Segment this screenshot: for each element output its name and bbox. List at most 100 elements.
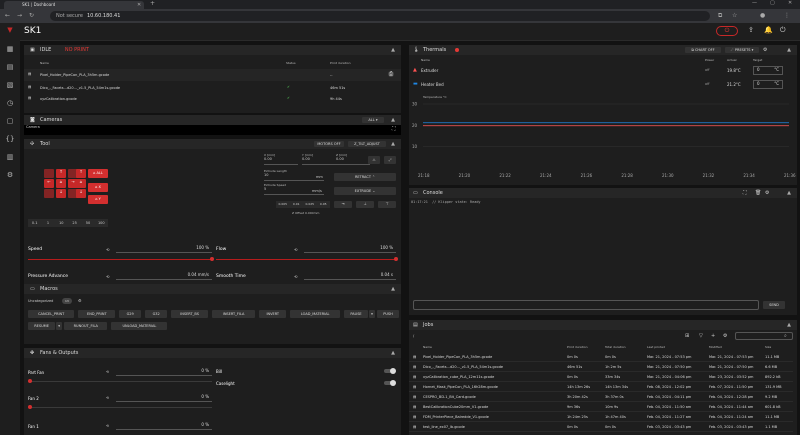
home-xy-button[interactable]: ⌂ <box>56 179 66 188</box>
home-x-button[interactable]: ⌂ X <box>88 183 108 192</box>
cameras-all-button[interactable]: ALL ▾ <box>362 117 384 123</box>
console-input[interactable] <box>413 300 759 310</box>
macro-button[interactable]: G29 <box>119 310 142 318</box>
bill-toggle[interactable] <box>384 368 396 374</box>
job-row[interactable]: ▤ Dico_-_Facets...d20..._v1.5_PLA_54m1s.g… <box>409 363 793 372</box>
collapse-macros-icon[interactable]: ▲ <box>391 284 395 294</box>
jog-z-up-button[interactable]: ↑ <box>76 169 86 178</box>
extrude-button[interactable]: EXTRUDE ⌄ <box>334 187 396 195</box>
zstep-option[interactable]: 0.05 <box>317 201 331 208</box>
new-tab-icon[interactable]: + <box>150 0 155 7</box>
nav-dashboard-icon[interactable]: ▦ <box>5 45 15 53</box>
macro-button[interactable]: INVERT <box>259 310 287 318</box>
jobs-search-input[interactable]: ⌕ <box>735 332 793 340</box>
fan1-input[interactable]: 0 % <box>116 422 212 430</box>
flow-input[interactable]: 100 % <box>304 245 396 253</box>
macro-button[interactable]: LOAD_MATERIAL <box>290 310 340 318</box>
home-all-button[interactable]: ⌂ ALL <box>88 169 108 178</box>
jog-y-minus-left-button[interactable] <box>44 189 54 198</box>
fan2-slider[interactable] <box>28 407 212 408</box>
address-bar[interactable]: Not secure 10.60.180.41 <box>50 11 710 21</box>
notifications-icon[interactable]: 🔔 <box>764 26 773 34</box>
extensions-icon[interactable]: ⧉ <box>718 12 722 20</box>
flow-slider-thumb[interactable] <box>394 257 398 261</box>
macro-button[interactable]: CANCEL_PRINT <box>28 310 75 318</box>
jog-z-down-button[interactable]: ↓ <box>76 189 86 198</box>
step-option[interactable]: 25 <box>68 219 81 227</box>
part-fan-slider[interactable] <box>28 381 212 382</box>
fan2-input[interactable]: 0 % <box>116 394 212 402</box>
step-option[interactable]: 1 <box>41 219 54 227</box>
zoffset-down-icon[interactable]: ⊥ <box>356 201 374 208</box>
collapse-status-icon[interactable]: ▲ <box>391 45 395 55</box>
collapse-thermals-icon[interactable]: ▲ <box>787 45 791 55</box>
collapse-console-icon[interactable]: ▲ <box>787 188 791 198</box>
zstep-option[interactable]: 0.005 <box>276 201 290 208</box>
nav-heightmap-icon[interactable]: ▧ <box>5 81 15 89</box>
job-row[interactable]: ▤ BestCalibrationCube20mm_V1.gcode 9m 36s 1… <box>409 403 793 412</box>
flow-reset-icon[interactable]: ⟲ <box>294 247 297 252</box>
jobs-col-modified[interactable]: Modified <box>709 345 722 349</box>
home-y-button[interactable]: ⌂ Y <box>88 195 108 204</box>
macro-button[interactable]: INSERT_BS <box>171 310 208 318</box>
forward-icon[interactable]: → <box>17 12 22 19</box>
jobs-folder-icon[interactable]: ⊞ <box>685 333 689 339</box>
window-close-icon[interactable]: ✕ <box>788 0 792 6</box>
browser-menu-icon[interactable]: ⋮ <box>784 12 790 19</box>
jobs-col-last[interactable]: Last printed <box>647 345 665 349</box>
part-fan-reset-icon[interactable]: ⟲ <box>106 370 109 374</box>
console-clear-icon[interactable]: 🗑 <box>755 188 761 198</box>
print-icon[interactable]: ⎙ <box>388 71 395 77</box>
macro-dropdown-icon[interactable]: ▾ <box>369 310 375 318</box>
thermal-settings-icon[interactable]: ⚙ <box>763 45 767 55</box>
job-row[interactable]: ▤ xyzCalibration_cube_PLA_12m11s.gcode 0m … <box>409 373 793 382</box>
status-file-row[interactable]: ▤ Pixel_Holder_PipeCon_PLA_3h5m.gcode --… <box>24 69 401 81</box>
expand-icon[interactable]: ⤢ <box>384 156 396 164</box>
minimize-icon[interactable]: — <box>752 0 757 6</box>
macro-button[interactable]: END_PRINT <box>78 310 116 318</box>
fan1-reset-icon[interactable]: ⟲ <box>106 424 109 428</box>
bookmark-star-icon[interactable]: ☆ <box>732 12 737 19</box>
step-option[interactable]: 0.1 <box>28 219 41 227</box>
extrude-length-field[interactable]: Extrude Length 10 <box>264 169 324 181</box>
step-option[interactable]: 100 <box>95 219 108 227</box>
console-expand-icon[interactable]: ⛶ <box>743 188 747 198</box>
zoffset-save-icon[interactable]: ⇥ <box>334 201 352 208</box>
macro-button[interactable]: INSERT_FILA <box>212 310 256 318</box>
job-row[interactable]: ▤ test_line_ex07_lb.gcode 0m 0s 0m 0s Feb. 0… <box>409 423 793 432</box>
collapse-tool-icon[interactable]: ▲ <box>391 139 395 149</box>
macro-dropdown-icon[interactable]: ▾ <box>56 322 63 330</box>
nav-settings-icon[interactable]: ⚙ <box>5 171 15 179</box>
pa-reset-icon[interactable]: ⟲ <box>106 274 109 279</box>
st-reset-icon[interactable]: ⟲ <box>294 274 297 279</box>
calibrate-icon[interactable]: ⚠ <box>368 156 380 164</box>
macro-button[interactable]: UNLOAD_MATERIAL <box>111 322 168 330</box>
jog-x-minus-button[interactable]: ← <box>44 179 54 188</box>
job-row[interactable]: ▤ FDM_PrinterPiece_Balredde_V1.gcode 1h 24… <box>409 413 793 422</box>
speed-reset-icon[interactable]: ⟲ <box>106 247 109 252</box>
status-file-row[interactable]: ▤ Dico_-_Facets...d20..._v1.5_PLA_54m1s.… <box>24 83 401 93</box>
speed-input[interactable]: 100 % <box>116 245 212 253</box>
status-file-row[interactable]: ▤ xyzCalibration.gcode ✔ 9h 44s <box>24 94 401 104</box>
fan2-reset-icon[interactable]: ⟲ <box>106 396 109 400</box>
macro-button[interactable]: RUNOUT_FILA <box>64 322 108 330</box>
extruder-name[interactable]: Extruder <box>421 68 438 73</box>
back-icon[interactable]: ← <box>5 12 10 19</box>
jog-y-plus-left-button[interactable] <box>44 169 54 178</box>
macro-button[interactable]: PUSH <box>377 310 399 318</box>
power-menu-icon[interactable]: ⏻ <box>780 26 786 35</box>
extruder-target-input[interactable]: 0 °C <box>753 66 783 75</box>
jobs-filter-icon[interactable]: ▽ <box>699 333 703 339</box>
job-row[interactable]: ▤ Hornet_Mask_PipeCon_PLA_16h28m.gcode 14h… <box>409 383 793 392</box>
nav-console-icon[interactable]: ▤ <box>5 63 15 71</box>
step-option[interactable]: 10 <box>55 219 68 227</box>
zstep-option[interactable]: 0.01 <box>290 201 304 208</box>
macro-button[interactable]: RESUME <box>28 322 56 330</box>
z-tilt-adjust-button[interactable]: Z_TILT_ADJUST <box>348 141 386 147</box>
retract-button[interactable]: RETRACT ⌃ <box>334 173 396 181</box>
part-fan-input[interactable]: 0 % <box>116 368 212 376</box>
part-fan-thumb[interactable] <box>28 379 32 383</box>
jog-y-plus-button[interactable]: ↑ <box>56 169 66 178</box>
nav-files-icon[interactable]: ▢ <box>5 117 15 125</box>
emergency-stop-button[interactable]: ⏻ <box>716 26 738 36</box>
